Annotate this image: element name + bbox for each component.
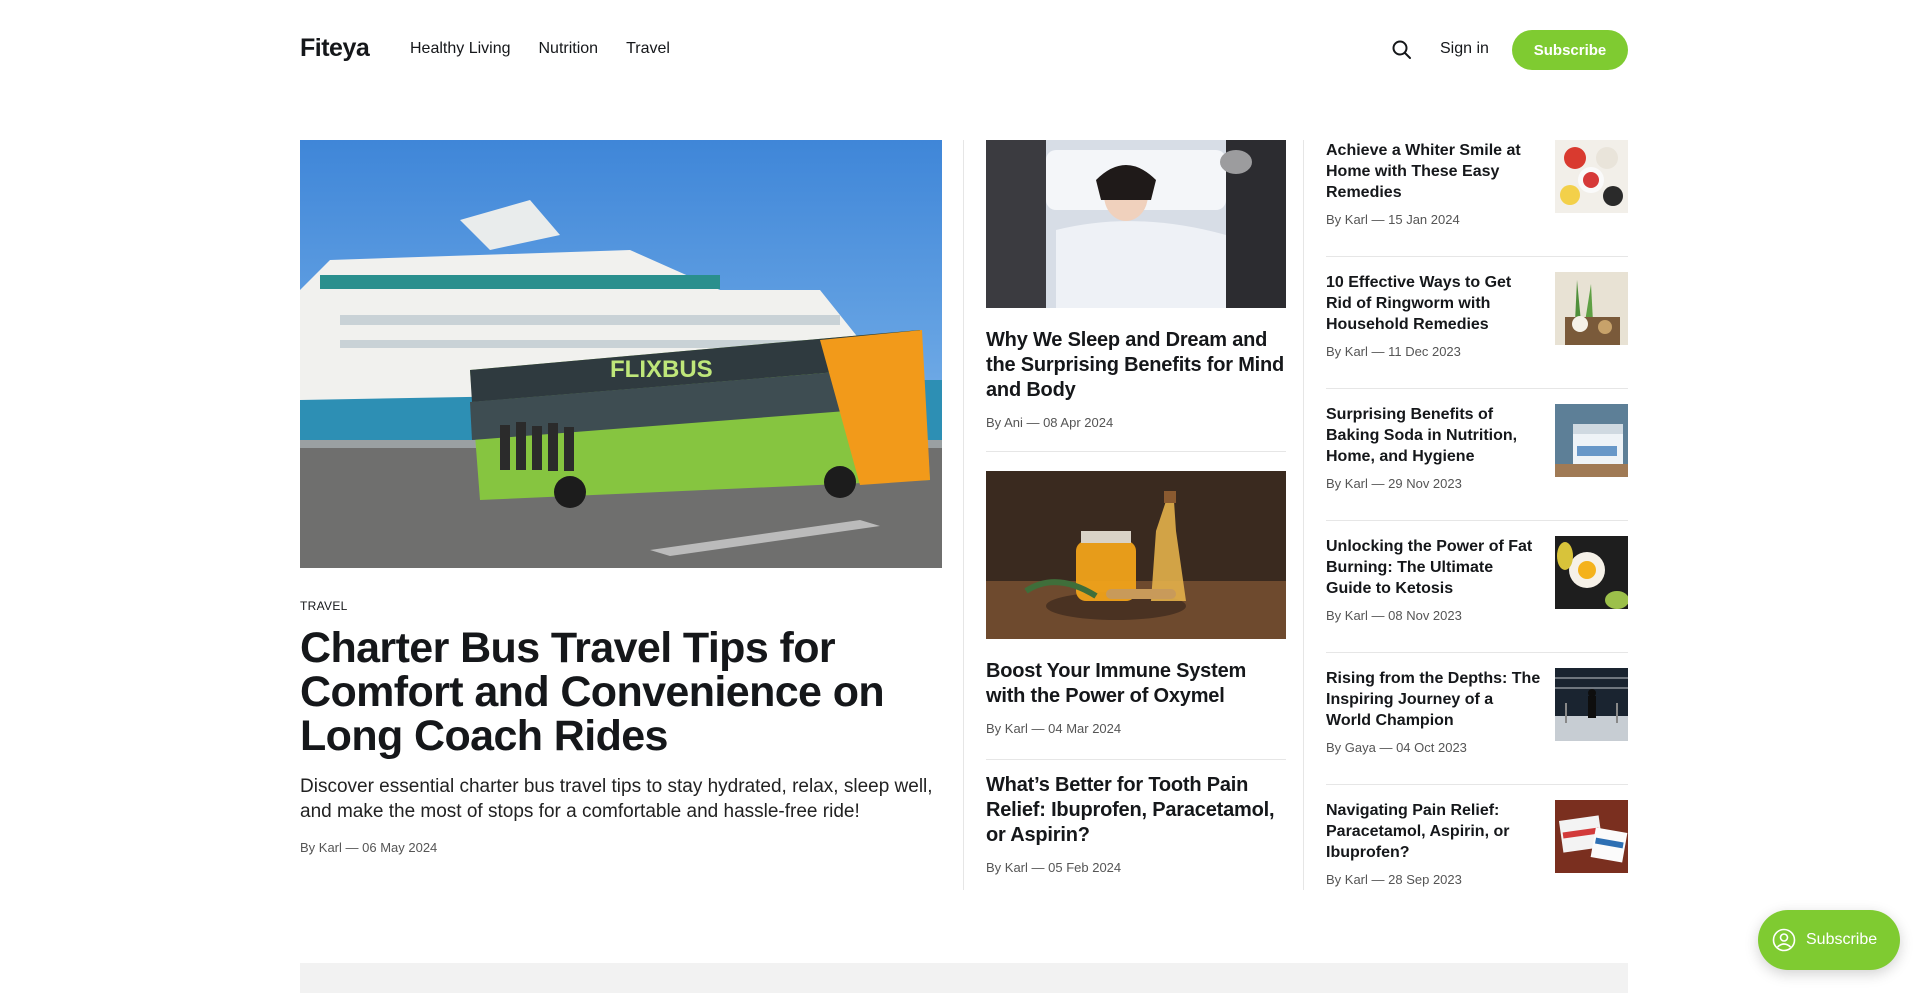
row-divider	[1326, 652, 1628, 653]
side-post-meta: By Karl — 29 Nov 2023	[1326, 476, 1462, 491]
side-post-meta: By Karl — 08 Nov 2023	[1326, 608, 1462, 623]
mid-post-card[interactable]: Boost Your Immune System with the Power …	[986, 471, 1286, 736]
side-post-title[interactable]: Rising from the Depths: The Inspiring Jo…	[1326, 668, 1541, 731]
side-post-thumb[interactable]	[1555, 272, 1628, 345]
mid-post-title[interactable]: Boost Your Immune System with the Power …	[986, 659, 1286, 709]
mid-post-title[interactable]: Why We Sleep and Dream and the Surprisin…	[986, 328, 1286, 403]
site-header: Fiteya Healthy Living Nutrition Travel S…	[0, 0, 1920, 100]
user-icon	[1772, 928, 1796, 952]
sleeping-woman-image	[986, 140, 1286, 308]
subscribe-button[interactable]: Subscribe	[1512, 30, 1628, 70]
row-divider	[1326, 520, 1628, 521]
side-post-title[interactable]: Navigating Pain Relief: Paracetamol, Asp…	[1326, 800, 1541, 863]
feature-title[interactable]: Charter Bus Travel Tips for Comfort and …	[300, 626, 920, 758]
signin-link[interactable]: Sign in	[1440, 40, 1489, 58]
feature-meta: By Karl — 06 May 2024	[300, 840, 438, 855]
herbal-remedies-image	[1555, 272, 1628, 345]
main-nav: Healthy Living Nutrition Travel	[410, 40, 670, 58]
side-post-title[interactable]: Unlocking the Power of Fat Burning: The …	[1326, 536, 1541, 599]
side-post-title[interactable]: 10 Effective Ways to Get Rid of Ringworm…	[1326, 272, 1541, 335]
mid-post-meta: By Karl — 05 Feb 2024	[986, 860, 1122, 875]
nav-travel[interactable]: Travel	[626, 40, 670, 58]
row-divider	[1326, 784, 1628, 785]
egg-avocado-image	[1555, 536, 1628, 609]
bottom-section	[300, 963, 1628, 993]
row-divider	[1326, 256, 1628, 257]
side-post-meta: By Karl — 15 Jan 2024	[1326, 212, 1460, 227]
bus-and-cruise-ship-image: FLIXBUS	[300, 140, 942, 568]
column-divider	[1303, 140, 1304, 890]
side-post-thumb[interactable]	[1555, 536, 1628, 609]
side-post[interactable]: Surprising Benefits of Baking Soda in Nu…	[1326, 404, 1628, 514]
post-grid: FLIXBUS TRAVEL Charter Bus Travel Tips f…	[300, 140, 1628, 890]
side-post[interactable]: Achieve a Whiter Smile at Home with Thes…	[1326, 140, 1628, 250]
fruit-bowls-image	[1555, 140, 1628, 213]
mid-post-image[interactable]	[986, 140, 1286, 308]
side-post-thumb[interactable]	[1555, 404, 1628, 477]
mid-post-meta: By Karl — 04 Mar 2024	[986, 721, 1122, 736]
feature-image[interactable]: FLIXBUS	[300, 140, 942, 568]
side-post-thumb[interactable]	[1555, 668, 1628, 741]
portal-subscribe-button[interactable]: Subscribe	[1758, 910, 1900, 970]
mid-post-card[interactable]: Why We Sleep and Dream and the Surprisin…	[986, 140, 1286, 430]
mid-post-image[interactable]	[986, 471, 1286, 639]
side-post-meta: By Karl — 11 Dec 2023	[1326, 344, 1461, 359]
mid-post-title[interactable]: What’s Better for Tooth Pain Relief: Ibu…	[986, 773, 1286, 848]
honey-jar-image	[986, 471, 1286, 639]
nav-nutrition[interactable]: Nutrition	[539, 40, 599, 58]
feature-excerpt: Discover essential charter bus travel ti…	[300, 776, 933, 822]
side-post[interactable]: 10 Effective Ways to Get Rid of Ringworm…	[1326, 272, 1628, 382]
bus-text: FLIXBUS	[610, 356, 713, 383]
side-post[interactable]: Unlocking the Power of Fat Burning: The …	[1326, 536, 1628, 646]
side-post-meta: By Gaya — 04 Oct 2023	[1326, 740, 1467, 755]
column-divider	[963, 140, 964, 890]
row-divider	[986, 451, 1286, 452]
row-divider	[1326, 388, 1628, 389]
feature-tag[interactable]: TRAVEL	[300, 599, 348, 613]
mid-post-meta: By Ani — 08 Apr 2024	[986, 415, 1114, 430]
side-post[interactable]: Rising from the Depths: The Inspiring Jo…	[1326, 668, 1628, 778]
search-icon	[1392, 40, 1411, 59]
side-post-thumb[interactable]	[1555, 800, 1628, 873]
medicine-boxes-image	[1555, 800, 1628, 873]
side-post-title[interactable]: Surprising Benefits of Baking Soda in Nu…	[1326, 404, 1541, 467]
portal-subscribe-label: Subscribe	[1806, 931, 1878, 948]
side-post-title[interactable]: Achieve a Whiter Smile at Home with Thes…	[1326, 140, 1541, 203]
nav-healthy-living[interactable]: Healthy Living	[410, 40, 511, 58]
side-post[interactable]: Navigating Pain Relief: Paracetamol, Asp…	[1326, 800, 1628, 910]
boxing-ring-image	[1555, 668, 1628, 741]
mid-post-card[interactable]: What’s Better for Tooth Pain Relief: Ibu…	[986, 753, 1286, 875]
search-button[interactable]	[1390, 38, 1414, 62]
side-post-thumb[interactable]	[1555, 140, 1628, 213]
baking-soda-jar-image	[1555, 404, 1628, 477]
side-post-meta: By Karl — 28 Sep 2023	[1326, 872, 1462, 887]
site-logo[interactable]: Fiteya	[300, 34, 370, 63]
